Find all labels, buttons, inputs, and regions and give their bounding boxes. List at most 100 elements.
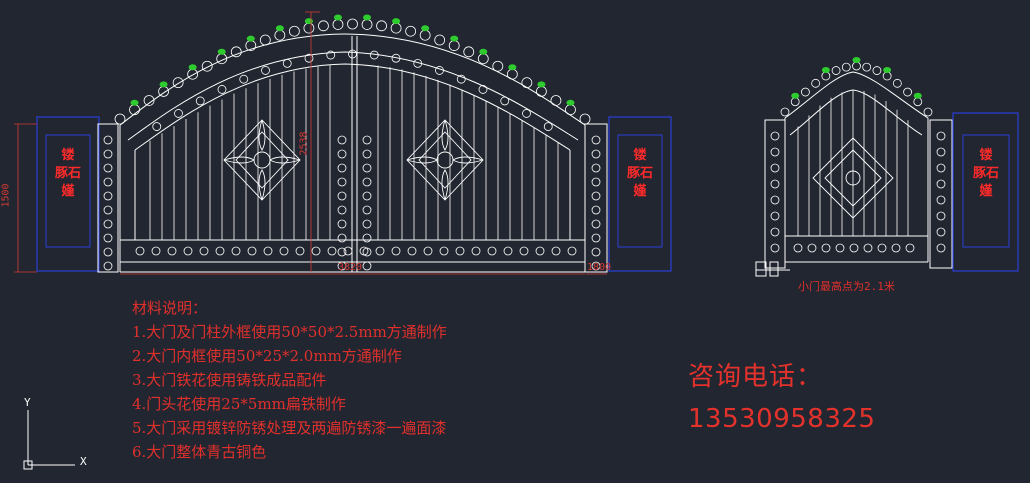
scroll-ornament xyxy=(279,246,289,256)
pillar-label-line3: 嫤 xyxy=(61,184,75,199)
scroll-ornament xyxy=(591,247,601,257)
scroll-ornament xyxy=(565,104,576,116)
scroll-ornament xyxy=(337,191,347,201)
scroll-ornament xyxy=(295,246,305,256)
scroll-ornament xyxy=(332,19,344,30)
leaf-ornament xyxy=(188,64,197,71)
scroll-ornament xyxy=(362,233,372,243)
scroll-ornament xyxy=(318,20,329,32)
scroll-ornament xyxy=(780,107,790,117)
scroll-ornament xyxy=(261,66,270,75)
scroll-ornament xyxy=(187,68,199,80)
scroll-ornament xyxy=(770,147,780,157)
scroll-ornament xyxy=(103,247,113,257)
contact-phone[interactable]: 13530958325 xyxy=(688,404,875,434)
scroll-ornament xyxy=(591,177,601,187)
leaf-ornament xyxy=(421,25,430,32)
scroll-ornament xyxy=(376,20,387,32)
scroll-ornament xyxy=(448,40,460,51)
scroll-ornament xyxy=(303,22,315,34)
materials-notes: 材料说明： 1.大门及门柱外框使用50*50*2.5mm方通制作 2.大门内框使… xyxy=(132,296,447,464)
scroll-ornament xyxy=(770,227,780,237)
leaf-ornament xyxy=(913,92,922,99)
scroll-ornament xyxy=(567,246,577,256)
scroll-ornament xyxy=(311,246,321,256)
scroll-ornament xyxy=(247,246,257,256)
small-pillar-label: 镂 豚石 嫤 xyxy=(963,147,1009,201)
scroll-ornament xyxy=(103,219,113,229)
leaf-ornament xyxy=(392,18,401,25)
scroll-ornament xyxy=(591,205,601,215)
scroll-ornament xyxy=(770,179,780,189)
scroll-ornament xyxy=(435,66,444,75)
dim-height-center: 2538 xyxy=(298,131,310,156)
scroll-ornament xyxy=(174,109,183,118)
scroll-ornament xyxy=(103,191,113,201)
scroll-ornament xyxy=(877,243,887,253)
scroll-ornament xyxy=(936,195,946,205)
leaf-ornament xyxy=(159,81,168,88)
scroll-ornament xyxy=(535,246,545,256)
scroll-ornament xyxy=(337,135,347,145)
scroll-ornament xyxy=(936,179,946,189)
materials-item: 3.大门铁花使用铸铁成品配件 xyxy=(132,371,327,389)
pillar-label-line2: 豚石 xyxy=(972,166,999,181)
scroll-ornament xyxy=(103,135,113,145)
scroll-ornament xyxy=(487,246,497,256)
ucs-axis-icon xyxy=(23,410,75,470)
leaf-ornament xyxy=(246,35,255,42)
scroll-ornament xyxy=(882,71,892,81)
scroll-ornament xyxy=(375,246,385,256)
scroll-ornament xyxy=(852,61,861,71)
scroll-ornament xyxy=(821,71,831,81)
scroll-ornament xyxy=(770,195,780,205)
green-leaf-ornaments xyxy=(130,14,922,106)
scroll-ornament xyxy=(591,233,601,243)
pillar-label-line3: 嫤 xyxy=(979,184,993,199)
pillar-label-line1: 镂 xyxy=(61,148,75,163)
scroll-ornament xyxy=(770,131,780,141)
materials-item: 6.大门整体青古铜色 xyxy=(132,443,267,461)
leaf-ornament xyxy=(275,25,284,32)
scroll-ornament xyxy=(811,78,821,88)
scroll-ornament xyxy=(439,246,449,256)
leaf-ornament xyxy=(852,57,861,63)
leaf-ornament xyxy=(537,81,546,88)
scroll-ornament xyxy=(172,77,184,89)
pillar-label-line3: 嫤 xyxy=(633,184,647,199)
flower-medallion-right xyxy=(406,119,484,201)
flower-medallion-left xyxy=(223,119,301,201)
scroll-ornament xyxy=(230,46,242,58)
scroll-ornament xyxy=(362,191,372,201)
scroll-ornament xyxy=(891,243,901,253)
scroll-ornament xyxy=(129,104,140,116)
scroll-ornament xyxy=(863,243,873,253)
materials-item: 5.大门采用镀锌防锈处理及两遍防锈漆一遍面漆 xyxy=(132,419,447,437)
scroll-ornament xyxy=(405,25,417,37)
scroll-ornament xyxy=(770,243,780,253)
scroll-ornament xyxy=(362,205,372,215)
scroll-ornament xyxy=(103,163,113,173)
scroll-ornament xyxy=(151,246,161,256)
scroll-ornament xyxy=(263,246,273,256)
scroll-ornament xyxy=(337,233,347,243)
scroll-ornament xyxy=(519,246,529,256)
axis-y-label: Y xyxy=(24,396,31,409)
scroll-ornament xyxy=(551,246,561,256)
scroll-ornament xyxy=(831,66,841,75)
dim-right-offset: 1800 xyxy=(587,262,612,273)
scroll-ornament xyxy=(936,131,946,141)
scroll-ornament xyxy=(158,86,169,97)
scroll-ornament xyxy=(463,46,475,58)
scroll-ornament xyxy=(500,96,510,106)
scroll-ornament xyxy=(936,227,946,237)
scroll-ornament xyxy=(274,29,286,41)
scroll-ornament xyxy=(936,147,946,157)
pillar-label-line1: 镂 xyxy=(633,148,647,163)
leaf-ornament xyxy=(217,48,226,55)
pillar-label-line2: 豚石 xyxy=(54,166,81,181)
scroll-ornament xyxy=(770,211,780,221)
scroll-ornament xyxy=(471,246,481,256)
pillar-label-line2: 豚石 xyxy=(626,166,653,181)
scroll-ornament xyxy=(361,19,373,30)
